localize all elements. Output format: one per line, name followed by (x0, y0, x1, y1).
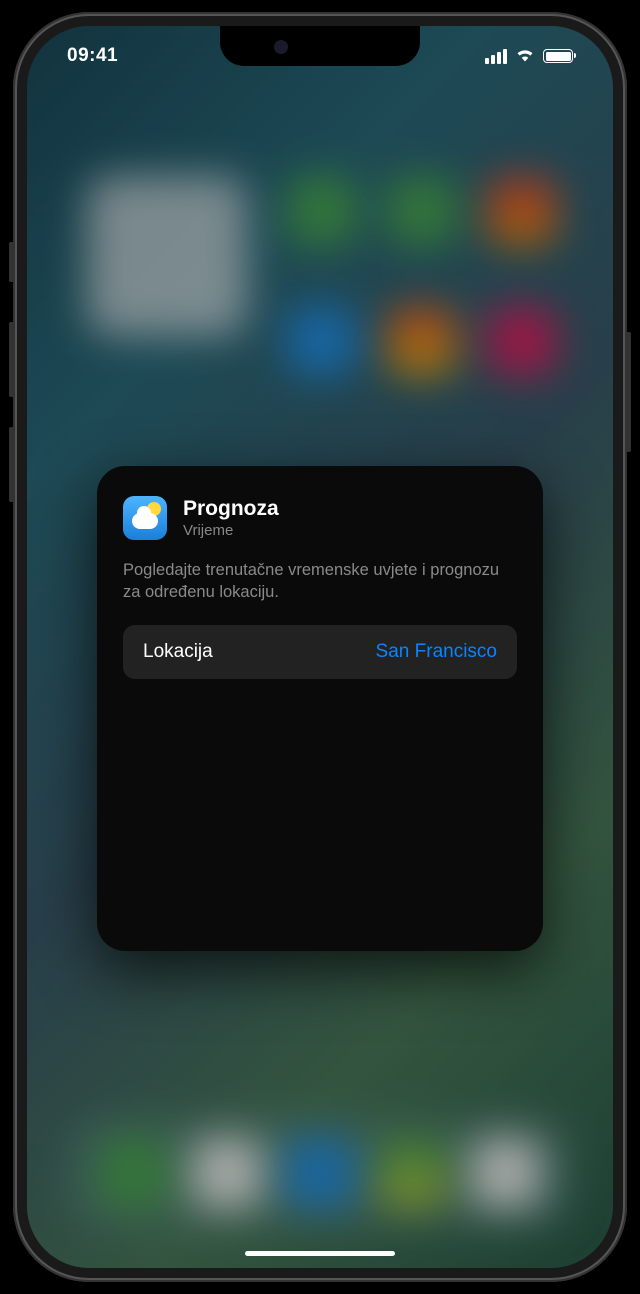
power-button (627, 332, 631, 452)
widget-config-panel: Prognoza Vrijeme Pogledajte trenutačne v… (97, 466, 543, 951)
widget-titles: Prognoza Vrijeme (183, 496, 279, 541)
widget-description: Pogledajte trenutačne vremenske uvjete i… (123, 559, 517, 604)
widget-app-name: Vrijeme (183, 521, 279, 541)
location-setting-row[interactable]: Lokacija San Francisco (123, 625, 517, 679)
weather-app-icon (123, 496, 167, 540)
widget-title: Prognoza (183, 496, 279, 521)
home-indicator[interactable] (245, 1251, 395, 1256)
status-time: 09:41 (67, 45, 118, 67)
wifi-icon (515, 46, 535, 67)
status-icons (485, 46, 573, 67)
location-value: San Francisco (376, 641, 497, 663)
volume-down-button (9, 427, 13, 502)
cellular-signal-icon (485, 49, 507, 64)
phone-screen: 09:41 (27, 26, 613, 1268)
location-label: Lokacija (143, 641, 213, 663)
battery-icon (543, 49, 573, 63)
notch (220, 26, 420, 66)
phone-frame: 09:41 (13, 12, 627, 1282)
widget-header: Prognoza Vrijeme (123, 496, 517, 541)
